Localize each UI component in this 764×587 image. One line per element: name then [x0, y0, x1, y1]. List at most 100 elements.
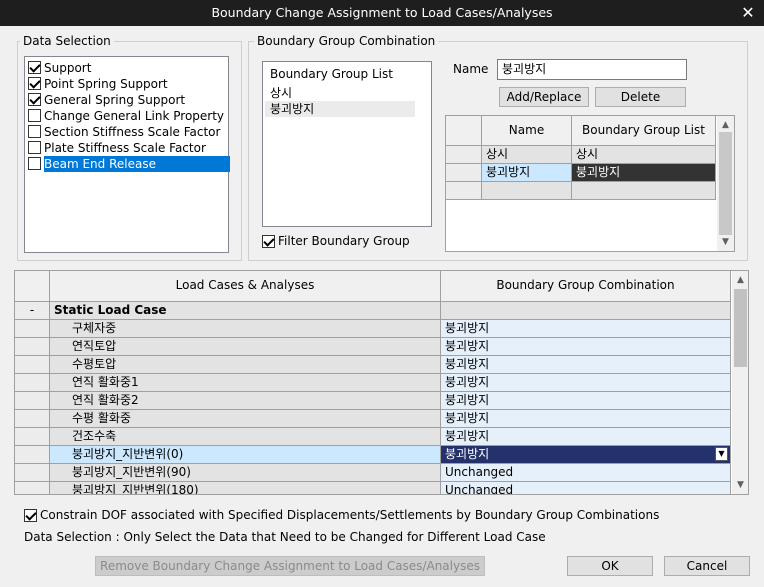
data-selection-item-label: Section Stiffness Scale Factor: [44, 124, 221, 139]
scroll-down-icon[interactable]: ▼: [717, 235, 734, 249]
filter-boundary-group[interactable]: Filter Boundary Group: [262, 233, 410, 249]
list-item[interactable]: 붕괴방지: [265, 101, 415, 117]
scroll-up-icon[interactable]: ▲: [732, 273, 748, 287]
data-selection-item-label: General Spring Support: [44, 92, 186, 107]
table-header-list: Boundary Group List: [572, 116, 716, 146]
constrain-label: Constrain DOF associated with Specified …: [40, 508, 660, 522]
data-selection-checkbox[interactable]: [28, 109, 41, 122]
scroll-thumb[interactable]: [734, 289, 747, 367]
data-selection-checkbox[interactable]: [28, 61, 41, 74]
close-icon[interactable]: ✕: [740, 0, 756, 26]
row-header[interactable]: [15, 464, 50, 482]
table-new-row[interactable]: [482, 182, 572, 200]
table-header-name: Name: [482, 116, 572, 146]
load-case-name[interactable]: 수평토압: [50, 356, 441, 374]
scroll-up-icon[interactable]: ▲: [717, 118, 734, 132]
row-header[interactable]: [15, 320, 50, 338]
table-row-name[interactable]: 상시: [482, 146, 572, 164]
data-selection-checkbox[interactable]: [28, 77, 41, 90]
data-selection-item[interactable]: Change General Link Property: [27, 107, 227, 123]
load-case-name[interactable]: 연직토압: [50, 338, 441, 356]
group-value: [441, 302, 731, 320]
window-title: Boundary Change Assignment to Load Cases…: [211, 5, 553, 20]
row-header[interactable]: [15, 392, 50, 410]
add-replace-button[interactable]: Add/Replace: [499, 87, 589, 107]
load-case-name[interactable]: 연직 활화중1: [50, 374, 441, 392]
filter-checkbox[interactable]: [262, 235, 275, 248]
table-row-name[interactable]: 붕괴방지: [482, 164, 572, 182]
combination-table-scrollbar[interactable]: ▲ ▼: [717, 116, 734, 251]
row-header[interactable]: [15, 338, 50, 356]
load-case-bgc-value[interactable]: 붕괴방지: [441, 392, 731, 410]
combination-table: Name Boundary Group List 상시 상시 붕괴방지 붕괴방지…: [445, 115, 735, 252]
grid-corner: [15, 271, 50, 302]
row-header[interactable]: [15, 482, 50, 494]
bgc-label: Boundary Group Combination: [254, 34, 439, 48]
row-header[interactable]: [15, 374, 50, 392]
delete-button[interactable]: Delete: [595, 87, 686, 107]
load-case-name[interactable]: 붕괴방지_지반변위(180): [50, 482, 441, 494]
load-case-bgc-value[interactable]: Unchanged: [441, 464, 731, 482]
grid-header-bgc: Boundary Group Combination: [441, 271, 731, 302]
data-selection-note: Data Selection : Only Select the Data th…: [24, 530, 546, 544]
remove-assignment-button[interactable]: Remove Boundary Change Assignment to Loa…: [95, 556, 485, 576]
constrain-checkbox[interactable]: [24, 509, 37, 522]
data-selection-item-label: Support: [44, 60, 92, 75]
load-case-bgc-value[interactable]: 붕괴방지: [441, 374, 731, 392]
load-case-name[interactable]: 수평 활화중: [50, 410, 441, 428]
row-header[interactable]: [15, 356, 50, 374]
load-case-name[interactable]: 붕괴방지_지반변위(0): [50, 446, 441, 464]
data-selection-item-label: Point Spring Support: [44, 76, 168, 91]
scroll-thumb[interactable]: [719, 132, 732, 235]
row-header[interactable]: [446, 164, 482, 182]
data-selection-checkbox[interactable]: [28, 141, 41, 154]
name-input[interactable]: 붕괴방지: [497, 59, 687, 80]
data-selection-item[interactable]: Plate Stiffness Scale Factor: [27, 139, 227, 155]
data-selection-item[interactable]: Point Spring Support: [27, 75, 227, 91]
data-selection-item[interactable]: General Spring Support: [27, 91, 227, 107]
load-case-name[interactable]: 건조수축: [50, 428, 441, 446]
data-selection-label: Data Selection: [20, 34, 114, 48]
load-grid-scrollbar[interactable]: ▲ ▼: [732, 271, 748, 494]
data-selection-item[interactable]: Section Stiffness Scale Factor: [27, 123, 227, 139]
load-case-name[interactable]: 붕괴방지_지반변위(90): [50, 464, 441, 482]
data-selection-item-label: Plate Stiffness Scale Factor: [44, 140, 206, 155]
boundary-group-list-header: Boundary Group List: [270, 67, 393, 81]
data-selection-list[interactable]: Support Point Spring Support General Sprin…: [24, 56, 230, 253]
table-new-row[interactable]: [572, 182, 716, 200]
load-cases-grid: Load Cases & Analyses Boundary Group Com…: [14, 270, 749, 495]
table-corner: [446, 116, 482, 146]
load-case-bgc-value[interactable]: 붕괴방지: [441, 356, 731, 374]
scroll-down-icon[interactable]: ▼: [732, 478, 748, 492]
load-case-name[interactable]: 연직 활화중2: [50, 392, 441, 410]
load-case-bgc-value[interactable]: 붕괴방지: [441, 338, 731, 356]
row-header[interactable]: [446, 146, 482, 164]
data-selection-checkbox[interactable]: [28, 125, 41, 138]
data-selection-item[interactable]: Support: [27, 59, 227, 75]
constrain-dof[interactable]: Constrain DOF associated with Specified …: [24, 507, 659, 523]
load-case-bgc-value[interactable]: 붕괴방지: [441, 410, 731, 428]
row-header[interactable]: [15, 446, 50, 464]
data-selection-item-label: Change General Link Property: [44, 108, 225, 123]
load-case-bgc-value[interactable]: 붕괴방지: [441, 428, 731, 446]
table-row-list[interactable]: 붕괴방지: [572, 164, 716, 182]
load-case-name[interactable]: 구체자중: [50, 320, 441, 338]
data-selection-checkbox[interactable]: [28, 157, 41, 170]
grid-header-load-cases: Load Cases & Analyses: [50, 271, 441, 302]
load-case-bgc-value[interactable]: 붕괴방지 ▼: [441, 446, 731, 464]
list-item[interactable]: 상시: [265, 85, 415, 101]
collapse-toggle[interactable]: -: [15, 302, 50, 320]
load-case-bgc-value[interactable]: 붕괴방지: [441, 320, 731, 338]
group-label: Static Load Case: [50, 302, 441, 320]
table-row-list[interactable]: 상시: [572, 146, 716, 164]
row-header[interactable]: [15, 428, 50, 446]
row-header[interactable]: [446, 182, 482, 200]
data-selection-checkbox[interactable]: [28, 93, 41, 106]
ok-button[interactable]: OK: [567, 556, 653, 576]
boundary-group-list[interactable]: Boundary Group List 상시 붕괴방지: [262, 61, 432, 227]
load-case-bgc-value[interactable]: Unchanged: [441, 482, 731, 494]
dropdown-arrow-icon[interactable]: ▼: [715, 447, 728, 461]
cancel-button[interactable]: Cancel: [664, 556, 750, 576]
row-header[interactable]: [15, 410, 50, 428]
data-selection-item[interactable]: Beam End Release: [27, 155, 230, 172]
